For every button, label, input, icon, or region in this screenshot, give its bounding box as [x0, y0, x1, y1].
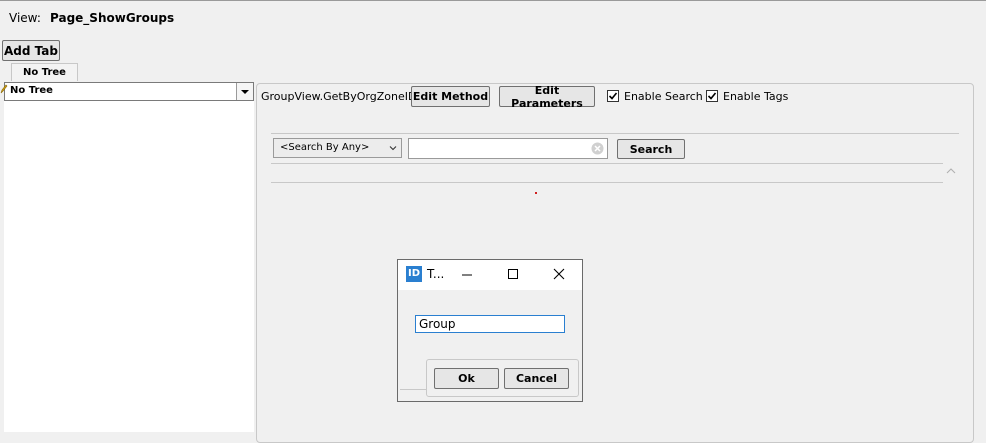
search-input[interactable] — [408, 138, 608, 159]
app-id-icon: ID — [406, 266, 422, 282]
enable-tags-checkbox[interactable] — [706, 90, 718, 102]
add-tab-button[interactable]: Add Tab — [2, 40, 60, 61]
content-frame — [256, 83, 974, 443]
close-icon[interactable] — [553, 268, 565, 280]
edit-parameters-button[interactable]: Edit Parameters — [499, 84, 595, 110]
chevron-down-icon — [389, 146, 397, 151]
checkmark-icon — [707, 92, 717, 100]
search-by-value: <Search By Any> — [280, 142, 370, 153]
window-top-border — [0, 0, 986, 1]
dialog-name-input[interactable]: Group — [415, 315, 565, 333]
search-top-divider — [271, 133, 959, 134]
dialog-title-bar[interactable]: ID T... — [398, 260, 582, 290]
dialog-bottom-line — [400, 389, 426, 390]
grid-header-divider — [271, 182, 943, 183]
scroll-up-icon[interactable] — [946, 167, 956, 175]
edit-method-button[interactable]: Edit Method — [411, 86, 490, 107]
tree-select[interactable]: No Tree — [4, 82, 254, 101]
tree-panel — [4, 100, 254, 432]
tab-no-tree-label: No Tree — [23, 67, 66, 78]
tab-no-tree[interactable]: No Tree — [11, 63, 78, 81]
enable-search-label: Enable Search — [624, 90, 703, 103]
dialog-title: T... — [427, 267, 445, 281]
dialog-window: ID T... Group Ok Cancel — [397, 259, 583, 402]
tree-select-value: No Tree — [10, 85, 53, 96]
search-bottom-divider — [271, 163, 943, 164]
chevron-down-icon — [241, 90, 249, 94]
maximize-icon[interactable] — [507, 268, 519, 280]
tree-select-dropdown-button[interactable] — [236, 83, 253, 100]
ok-button[interactable]: Ok — [434, 368, 499, 389]
enable-tags-label: Enable Tags — [723, 90, 789, 103]
cancel-button[interactable]: Cancel — [504, 368, 569, 389]
clear-icon[interactable] — [591, 142, 604, 155]
search-button[interactable]: Search — [617, 139, 685, 159]
pencil-icon — [0, 84, 8, 94]
loading-indicator — [535, 192, 537, 194]
view-label: View: — [9, 11, 41, 25]
checkmark-icon — [608, 92, 618, 100]
search-by-select[interactable]: <Search By Any> — [273, 138, 402, 158]
enable-search-checkbox[interactable] — [607, 90, 619, 102]
view-name: Page_ShowGroups — [50, 11, 175, 25]
minimize-icon[interactable] — [461, 269, 473, 281]
app-id-icon-text: ID — [407, 268, 421, 279]
method-name: GroupView.GetByOrgZoneID — [261, 90, 417, 103]
dialog-name-input-value: Group — [419, 317, 456, 331]
